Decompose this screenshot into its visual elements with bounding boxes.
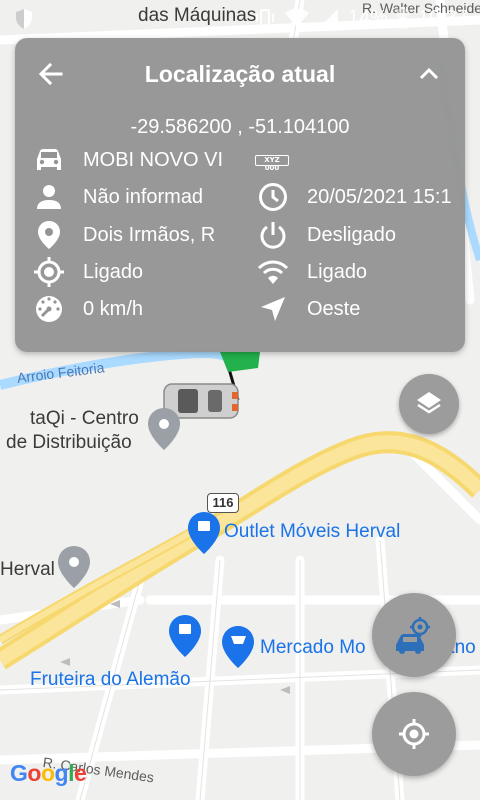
shield-icon xyxy=(16,9,32,29)
my-location-button[interactable] xyxy=(372,692,456,776)
ignition-row: Desligado xyxy=(257,219,457,251)
address: Dois Irmãos, R xyxy=(83,224,216,246)
datetime: 20/05/2021 15:1 xyxy=(307,186,452,208)
map-place-mercado: Mercado Mo xyxy=(260,637,366,658)
vehicle-location-icon xyxy=(396,617,430,654)
connection-status: Ligado xyxy=(307,261,368,283)
vehicle-name: MOBI NOVO VI xyxy=(83,149,224,171)
my-location-icon xyxy=(399,719,429,749)
google-logo: Google xyxy=(10,760,87,786)
center-vehicle-button[interactable] xyxy=(372,593,456,677)
connection-row: Ligado xyxy=(257,256,457,288)
map-place-fruteira: Fruteira do Alemão xyxy=(30,669,191,690)
status-right: 14% 10:37 xyxy=(254,6,468,30)
gps-fixed-icon xyxy=(34,257,64,287)
driver-name: Não informad xyxy=(83,186,204,208)
speed: 0 km/h xyxy=(83,298,144,320)
direction-row: Oeste xyxy=(257,293,457,325)
person-icon xyxy=(37,185,61,209)
vehicle-row: MOBI NOVO VI xyxy=(33,144,253,176)
current-location-card: Localização atual -29.586200 , -51.10410… xyxy=(15,38,465,352)
layers-icon xyxy=(417,392,441,414)
gps-row: Ligado xyxy=(33,256,253,288)
battery-charging-icon xyxy=(396,7,409,29)
vibrate-icon xyxy=(255,9,274,27)
card-title: Localização atual xyxy=(144,61,336,87)
battery-percent: 14% xyxy=(347,6,388,29)
cell-signal-icon xyxy=(319,9,338,27)
map-layers-button[interactable] xyxy=(399,374,459,434)
map-place-outlet: Outlet Móveis Herval xyxy=(224,521,401,542)
map-place-taqi-2: de Distribuição xyxy=(6,432,132,453)
wifi-signal-icon xyxy=(257,260,289,284)
map-place-herval: Herval xyxy=(0,559,55,580)
datetime-row: 20/05/2021 15:1 xyxy=(257,181,457,213)
ignition-status: Desligado xyxy=(307,224,396,246)
driver-row: Não informad xyxy=(33,181,253,213)
power-icon xyxy=(260,222,286,249)
status-bar: 14% 10:37 xyxy=(0,0,480,38)
speedometer-icon xyxy=(36,296,62,322)
navigation-arrow-icon xyxy=(261,297,285,321)
clock-icon xyxy=(259,183,287,211)
clock-time: 10:37 xyxy=(417,6,468,29)
direction: Oeste xyxy=(307,298,361,320)
speed-row: 0 km/h xyxy=(33,293,253,325)
wifi-icon xyxy=(284,8,309,27)
plate-row: XYZ 000 xyxy=(255,144,455,176)
road-shield-116: 116 xyxy=(207,493,239,513)
address-row: Dois Irmãos, R xyxy=(33,219,253,251)
card-header: Localização atual xyxy=(15,38,465,110)
coordinates: -29.586200 , -51.104100 xyxy=(130,116,350,138)
chevron-up-icon[interactable] xyxy=(413,58,445,90)
car-icon xyxy=(37,149,61,170)
map-place-taqi-1: taQi - Centro xyxy=(30,408,139,429)
gps-status: Ligado xyxy=(83,261,144,283)
license-plate-badge: XYZ 000 xyxy=(255,154,289,172)
location-pin-icon xyxy=(38,221,60,249)
